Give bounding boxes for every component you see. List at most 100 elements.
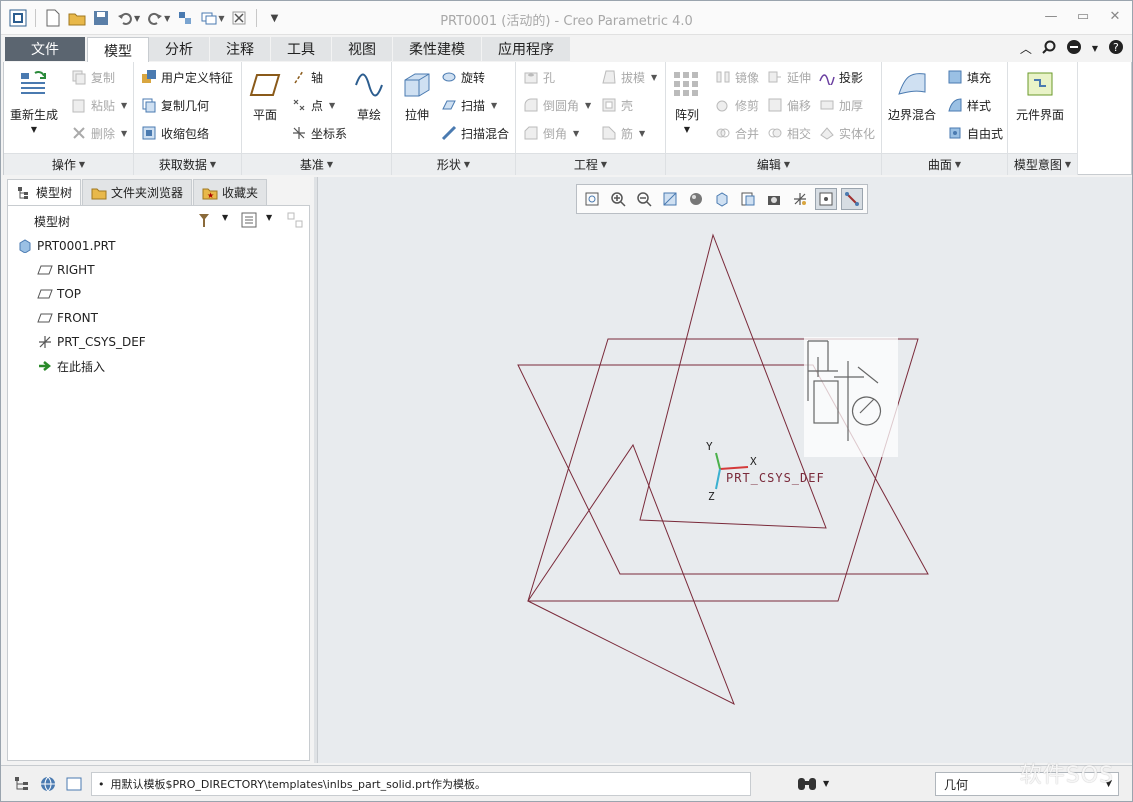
navigator-toggle-icon[interactable] bbox=[13, 775, 31, 796]
shrinkwrap-button[interactable]: 收缩包络 bbox=[140, 123, 209, 143]
tree-item-csys[interactable]: PRT_CSYS_DEF bbox=[36, 331, 146, 353]
revolve-button[interactable]: 旋转 bbox=[440, 67, 485, 87]
tree-item-insert-here[interactable]: 在此插入 bbox=[36, 355, 105, 377]
find-icon[interactable] bbox=[797, 776, 817, 795]
draft-button[interactable]: 拔模 ▼ bbox=[600, 67, 657, 87]
tab-analysis[interactable]: 分析 bbox=[149, 37, 210, 61]
regenerate-button[interactable]: 重新生成 ▼ bbox=[10, 68, 58, 134]
tab-applications[interactable]: 应用程序 bbox=[482, 37, 571, 61]
tab-annotate[interactable]: 注释 bbox=[210, 37, 271, 61]
group-label-surfaces[interactable]: 曲面 ▼ bbox=[882, 153, 1007, 175]
copy-geometry-icon bbox=[140, 96, 158, 114]
plane-button[interactable]: 平面 bbox=[248, 68, 282, 123]
copy-button[interactable]: 复制 bbox=[70, 67, 115, 87]
offset-button[interactable]: 偏移 bbox=[766, 95, 811, 115]
paste-button[interactable]: 粘贴 ▼ bbox=[70, 95, 127, 115]
minimize-icon[interactable]: — bbox=[1042, 7, 1060, 25]
tree-filter-icon[interactable] bbox=[286, 211, 304, 232]
copy-geometry-button[interactable]: 复制几何 bbox=[140, 95, 209, 115]
project-button[interactable]: 投影 bbox=[818, 67, 863, 87]
tab-model-tree[interactable]: 模型树 bbox=[7, 179, 82, 205]
fill-icon bbox=[946, 68, 964, 86]
round-button[interactable]: 倒圆角 ▼ bbox=[522, 95, 591, 115]
component-interface-button[interactable]: 元件界面 bbox=[1016, 68, 1064, 123]
tree-columns-icon[interactable] bbox=[240, 211, 258, 232]
solidify-button[interactable]: 实体化 bbox=[818, 123, 875, 143]
merge-button[interactable]: 合并 bbox=[714, 123, 759, 143]
axis-button[interactable]: 轴 bbox=[290, 67, 323, 87]
group-shapes: 拉伸 旋转 扫描 ▼ 扫描混合 形状 ▼ bbox=[392, 62, 516, 175]
rib-button[interactable]: 筋 ▼ bbox=[600, 123, 645, 143]
plane-icon bbox=[248, 68, 282, 102]
tab-file[interactable]: 文件 bbox=[5, 37, 85, 61]
chamfer-button[interactable]: 倒角 ▼ bbox=[522, 123, 579, 143]
shell-button[interactable]: 壳 bbox=[600, 95, 633, 115]
group-label-engineering[interactable]: 工程 ▼ bbox=[516, 153, 665, 175]
draft-icon bbox=[600, 68, 618, 86]
trim-button[interactable]: 修剪 bbox=[714, 95, 759, 115]
tab-favorites[interactable]: ★ 收藏夹 bbox=[193, 179, 268, 205]
browser-toggle-icon[interactable] bbox=[39, 775, 57, 796]
help-icon[interactable]: ? bbox=[1108, 39, 1124, 58]
ptc-community-icon[interactable] bbox=[1066, 39, 1082, 58]
style-button[interactable]: 样式 bbox=[946, 95, 991, 115]
csys-button[interactable]: 坐标系 bbox=[290, 123, 347, 143]
csys-icon bbox=[290, 124, 308, 142]
tree-item-top[interactable]: TOP bbox=[36, 283, 81, 305]
tab-flexible-modeling[interactable]: 柔性建模 bbox=[393, 37, 482, 61]
model-tree-header: 模型树 ▼ ▼ bbox=[7, 205, 310, 233]
thicken-button[interactable]: 加厚 bbox=[818, 95, 863, 115]
find-dropdown-icon[interactable]: ▼ bbox=[823, 779, 829, 788]
tree-item-right[interactable]: RIGHT bbox=[36, 259, 95, 281]
close-icon[interactable]: ✕ bbox=[1106, 7, 1124, 25]
tab-view[interactable]: 视图 bbox=[332, 37, 393, 61]
mirror-button[interactable]: 镜像 bbox=[714, 67, 759, 87]
group-label-model-intent[interactable]: 模型意图 ▼ bbox=[1008, 153, 1077, 175]
point-button[interactable]: 点 ▼ bbox=[290, 95, 335, 115]
delete-icon bbox=[70, 124, 88, 142]
extend-button[interactable]: 延伸 bbox=[766, 67, 811, 87]
tree-item-front[interactable]: FRONT bbox=[36, 307, 98, 329]
group-label-datum[interactable]: 基准 ▼ bbox=[242, 153, 391, 175]
intersect-button[interactable]: 相交 bbox=[766, 123, 811, 143]
search-icon[interactable] bbox=[1042, 40, 1056, 57]
freestyle-button[interactable]: 自由式 bbox=[946, 123, 1003, 143]
tab-tools[interactable]: 工具 bbox=[271, 37, 332, 61]
mirror-icon bbox=[714, 68, 732, 86]
delete-button[interactable]: 删除 ▼ bbox=[70, 123, 127, 143]
graphics-window[interactable]: X Y Z PRT_CSYS_DEF bbox=[317, 177, 1132, 763]
boundary-blend-button[interactable]: 边界混合 bbox=[888, 68, 936, 123]
udf-button[interactable]: 用户定义特征 bbox=[140, 67, 233, 87]
group-label-operations[interactable]: 操作 ▼ bbox=[4, 153, 133, 175]
extrude-button[interactable]: 拉伸 bbox=[400, 68, 434, 123]
tree-settings-dropdown-icon[interactable]: ▼ bbox=[222, 213, 228, 222]
community-dropdown-icon[interactable]: ▼ bbox=[1092, 44, 1098, 53]
swept-blend-button[interactable]: 扫描混合 bbox=[440, 123, 509, 143]
datum-plane-icon bbox=[36, 285, 54, 303]
tree-settings-icon[interactable] bbox=[196, 211, 214, 232]
sketch-button[interactable]: 草绘 bbox=[352, 68, 386, 123]
tab-folder-browser[interactable]: 文件夹浏览器 bbox=[82, 179, 193, 205]
pattern-button[interactable]: 阵列 ▼ bbox=[670, 68, 704, 134]
group-label-get-data[interactable]: 获取数据 ▼ bbox=[134, 153, 241, 175]
csys-name-label[interactable]: PRT_CSYS_DEF bbox=[726, 471, 825, 485]
component-interface-icon bbox=[1023, 68, 1057, 102]
fill-button[interactable]: 填充 bbox=[946, 67, 991, 87]
group-label-editing[interactable]: 编辑 ▼ bbox=[666, 153, 881, 175]
minimize-ribbon-icon[interactable]: ︿ bbox=[1020, 40, 1032, 57]
maximize-icon[interactable]: ▭ bbox=[1074, 7, 1092, 25]
ribbon-tab-bar: 文件 模型 分析 注释 工具 视图 柔性建模 应用程序 ︿ ▼ ? bbox=[1, 36, 1132, 63]
tree-item-root[interactable]: PRT0001.PRT bbox=[16, 235, 115, 257]
intersect-icon bbox=[766, 124, 784, 142]
csys-x-label: X bbox=[750, 455, 757, 468]
fullscreen-icon[interactable] bbox=[65, 775, 83, 796]
freestyle-icon bbox=[946, 124, 964, 142]
sweep-button[interactable]: 扫描 ▼ bbox=[440, 95, 497, 115]
csys-y-axis bbox=[715, 452, 721, 470]
hole-button[interactable]: 孔 bbox=[522, 67, 555, 87]
message-area: • 用默认模板$PRO_DIRECTORY\templates\inlbs_par… bbox=[91, 772, 751, 796]
tree-columns-dropdown-icon[interactable]: ▼ bbox=[266, 213, 272, 222]
pattern-icon bbox=[670, 68, 704, 102]
group-label-shapes[interactable]: 形状 ▼ bbox=[392, 153, 515, 175]
tab-model[interactable]: 模型 bbox=[87, 37, 149, 63]
